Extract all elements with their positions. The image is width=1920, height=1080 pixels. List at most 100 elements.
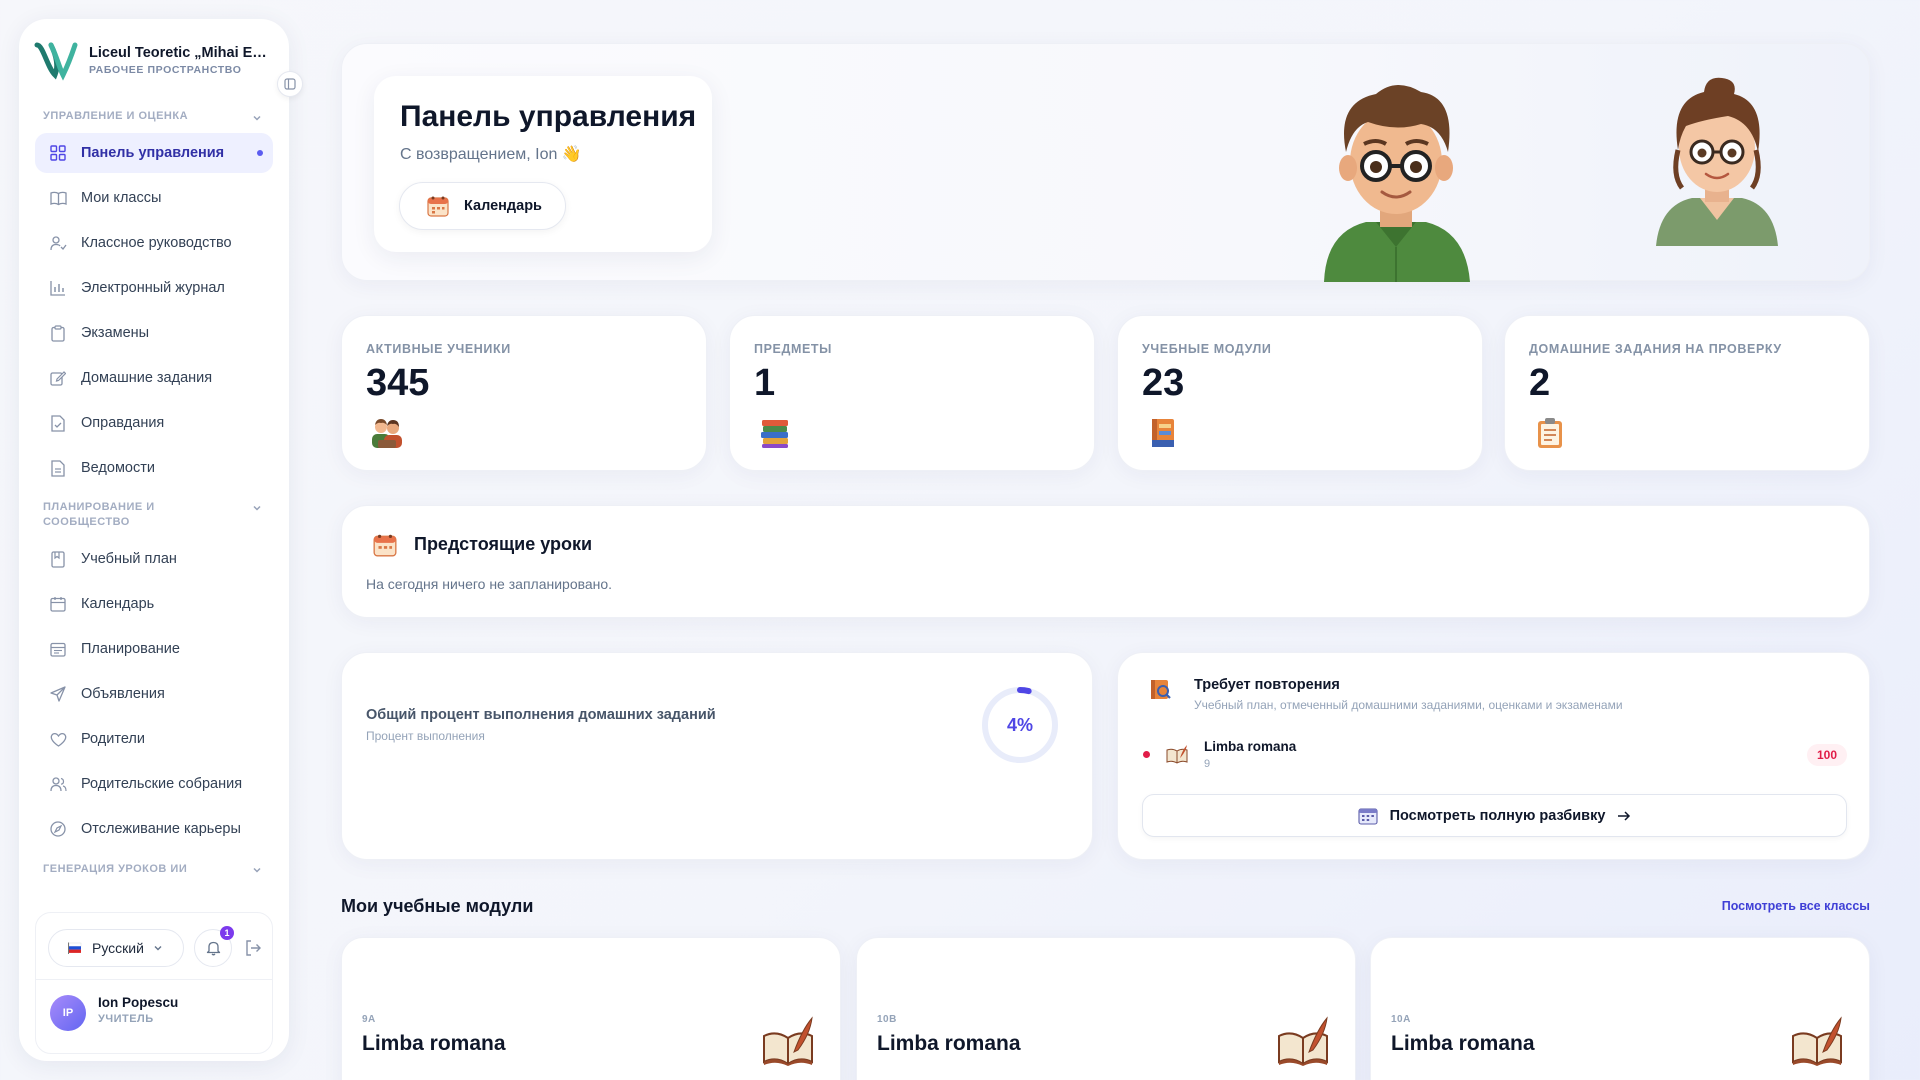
sidebar-item-excuses[interactable]: Оправдания xyxy=(35,403,273,443)
dashboard-icon xyxy=(49,144,67,162)
edit-icon xyxy=(49,369,67,387)
empty-state-text: На сегодня ничего не запланировано. xyxy=(366,576,613,592)
sidebar-item-curriculum[interactable]: Учебный план xyxy=(35,539,273,579)
user-name: Ion Popescu xyxy=(98,995,179,1010)
divider xyxy=(36,979,272,980)
book-open-icon xyxy=(49,189,67,207)
module-card[interactable]: 9A Limba romana xyxy=(341,937,841,1080)
flag-icon xyxy=(68,942,82,954)
view-all-classes-link[interactable]: Посмотреть все классы xyxy=(1702,899,1870,913)
modules-section-title: Мои учебные модули xyxy=(341,896,534,916)
sidebar-item-label: Планирование xyxy=(81,641,180,657)
heart-icon xyxy=(49,730,67,748)
sidebar-item-planning[interactable]: Планирование xyxy=(35,629,273,669)
active-indicator xyxy=(257,150,263,156)
module-card[interactable]: 10A Limba romana xyxy=(1370,937,1870,1080)
calendar-emoji-icon xyxy=(427,196,449,217)
welcome-message: С возвращением, Ion 👋 xyxy=(400,146,582,163)
sidebar-item-homework[interactable]: Домашние задания xyxy=(35,358,273,398)
section-title-ai-lessons: ГЕНЕРАЦИЯ УРОКОВ ИИ xyxy=(43,863,188,875)
students-icon xyxy=(372,419,402,448)
open-book-quill-icon xyxy=(1792,1016,1842,1066)
chevron-down-icon xyxy=(154,946,162,951)
sidebar-item-my-classes[interactable]: Мои классы xyxy=(35,178,273,218)
open-book-quill-icon xyxy=(1278,1016,1328,1066)
sidebar-item-statements[interactable]: Ведомости xyxy=(35,448,273,488)
school-name: Liceul Teoretic „Mihai Emi... xyxy=(89,44,271,61)
calendar-grid-icon xyxy=(1358,807,1378,825)
teacher-male-illustration xyxy=(1324,84,1470,282)
sidebar-item-parent-meetings[interactable]: Родительские собрания xyxy=(35,764,273,804)
review-item-grade: 9 xyxy=(1204,758,1211,770)
language-selector[interactable]: Русский xyxy=(48,929,184,967)
sidebar-item-dashboard[interactable]: Панель управления xyxy=(35,133,273,173)
sidebar-item-label: Домашние задания xyxy=(81,370,213,386)
upcoming-lessons-card: Предстоящие уроки На сегодня ничего не з… xyxy=(341,505,1870,618)
calendar-icon xyxy=(49,595,67,613)
module-card[interactable]: 10B Limba romana xyxy=(856,937,1356,1080)
review-book-icon xyxy=(1151,680,1171,699)
sidebar-item-announcements[interactable]: Объявления xyxy=(35,674,273,714)
clipboard-icon xyxy=(49,324,67,342)
stat-value: 1 xyxy=(754,362,776,404)
stat-value: 2 xyxy=(1529,362,1551,404)
card-subtitle: Учебный план, отмеченный домашними задан… xyxy=(1194,698,1623,712)
sidebar-item-label: Родители xyxy=(81,731,145,747)
collapse-sidebar-button[interactable] xyxy=(277,71,303,97)
calendar-emoji-icon xyxy=(373,534,397,557)
sidebar-item-e-journal[interactable]: Электронный журнал xyxy=(35,268,273,308)
books-stack-icon xyxy=(761,420,788,448)
welcome-panel: Панель управления С возвращением, Ion 👋 … xyxy=(374,76,712,252)
users-icon xyxy=(49,775,67,793)
sidebar-item-label: Ведомости xyxy=(81,460,155,476)
logout-icon[interactable] xyxy=(244,939,262,957)
stat-card-subjects[interactable]: ПРЕДМЕТЫ 1 xyxy=(729,315,1095,471)
chevron-down-icon[interactable] xyxy=(251,502,263,514)
sidebar: Liceul Teoretic „Mihai Emi... РАБОЧЕЕ ПР… xyxy=(19,19,303,1061)
school-logo-icon xyxy=(34,42,78,81)
stat-value: 23 xyxy=(1142,362,1185,404)
avatar[interactable]: IP xyxy=(50,995,86,1031)
sidebar-item-label: Родительские собрания xyxy=(81,776,243,792)
completion-percent: 4% xyxy=(1006,714,1033,735)
sidebar-item-parents[interactable]: Родители xyxy=(35,719,273,759)
sidebar-item-label: Электронный журнал xyxy=(81,280,225,296)
workspace-label: РАБОЧЕЕ ПРОСТРАНСТВО xyxy=(89,63,242,76)
calendar-button[interactable]: Календарь xyxy=(399,182,566,230)
module-class: 10A xyxy=(1391,1014,1411,1025)
card-title: Требует повторения xyxy=(1194,677,1340,693)
language-label: Русский xyxy=(92,940,144,956)
sidebar-item-exams[interactable]: Экзамены xyxy=(35,313,273,353)
sidebar-item-career-tracking[interactable]: Отслеживание карьеры xyxy=(35,809,273,849)
stat-card-active-students[interactable]: АКТИВНЫЕ УЧЕНИКИ 345 xyxy=(341,315,707,471)
notifications-button[interactable]: 1 xyxy=(194,926,234,967)
sidebar-item-class-management[interactable]: Классное руководство xyxy=(35,223,273,263)
view-full-breakdown-button[interactable]: Посмотреть полную разбивку xyxy=(1142,794,1847,837)
send-icon xyxy=(49,685,67,703)
chevron-down-icon[interactable] xyxy=(251,112,263,124)
stat-card-learning-modules[interactable]: УЧЕБНЫЕ МОДУЛИ 23 xyxy=(1117,315,1483,471)
chevron-down-icon[interactable] xyxy=(251,864,263,876)
page-title: Панель управления xyxy=(400,100,697,133)
bar-chart-icon xyxy=(49,279,67,297)
card-subtitle: Процент выполнения xyxy=(366,729,485,743)
module-book-icon xyxy=(1152,419,1174,447)
sidebar-item-label: Классное руководство xyxy=(81,235,232,251)
bell-icon xyxy=(206,941,220,956)
review-item-name[interactable]: Limba romana xyxy=(1204,739,1296,754)
module-name: Limba romana xyxy=(362,1032,506,1055)
sidebar-item-calendar[interactable]: Календарь xyxy=(35,584,273,624)
brand[interactable]: Liceul Teoretic „Mihai Emi... РАБОЧЕЕ ПР… xyxy=(33,37,283,83)
stat-label: УЧЕБНЫЕ МОДУЛИ xyxy=(1142,342,1272,356)
sidebar-item-label: Календарь xyxy=(81,596,155,612)
stat-value: 345 xyxy=(366,362,430,404)
sidebar-item-label: Объявления xyxy=(81,686,165,702)
sidebar-toggle-icon xyxy=(284,78,296,90)
sidebar-item-label: Оправдания xyxy=(81,415,165,431)
stat-card-homework-review[interactable]: ДОМАШНИЕ ЗАДАНИЯ НА ПРОВЕРКУ 2 xyxy=(1504,315,1870,471)
bookmark-icon xyxy=(49,550,67,568)
teacher-female-illustration xyxy=(1656,77,1778,246)
module-name: Limba romana xyxy=(1391,1032,1535,1055)
file-text-icon xyxy=(49,459,67,477)
button-label: Посмотреть полную разбивку xyxy=(1389,807,1606,824)
